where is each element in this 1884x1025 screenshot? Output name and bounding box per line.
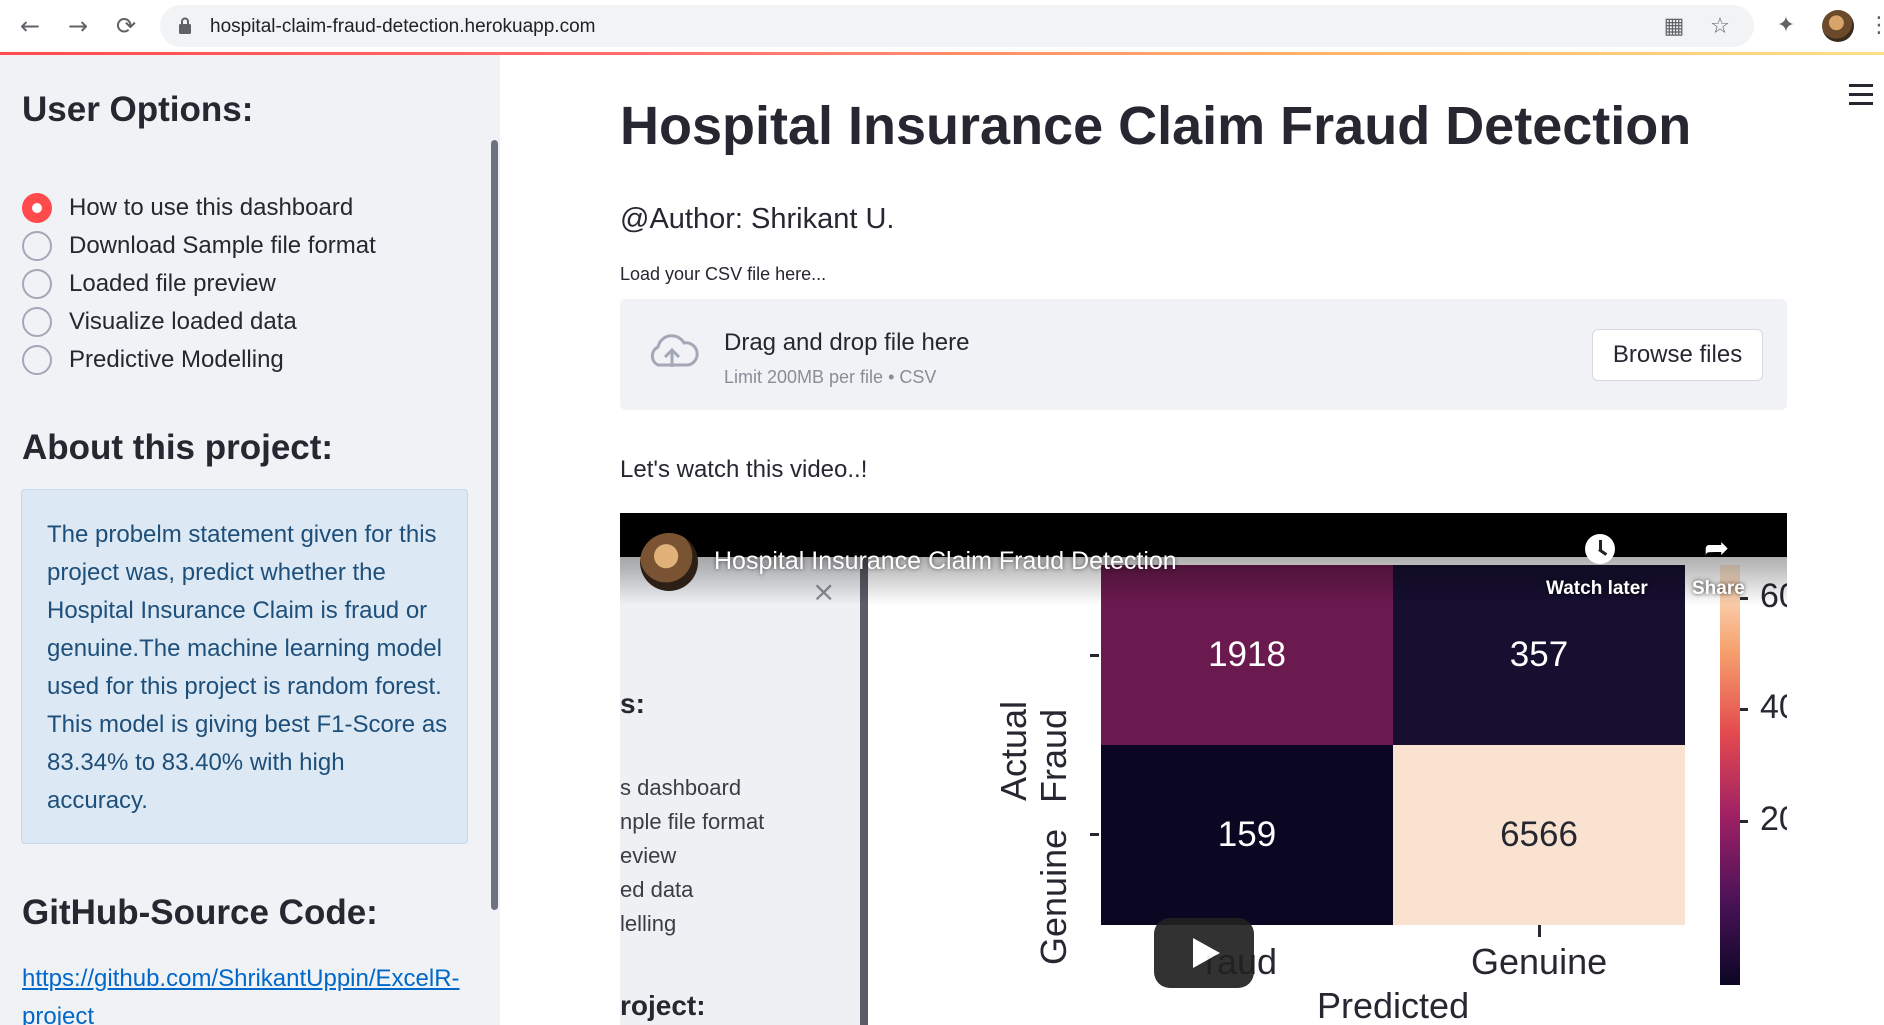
upload-label: Load your CSV file here...	[620, 264, 827, 284]
channel-avatar[interactable]	[640, 533, 698, 591]
cloud-upload-icon	[650, 334, 699, 367]
cm-col-label-genuine: Genuine	[1471, 941, 1608, 982]
cm-x-axis-label: Predicted	[1317, 985, 1470, 1025]
y-tick-mark	[1090, 833, 1099, 836]
radio-button[interactable]	[22, 269, 52, 299]
radio-option-loaded-preview[interactable]: Loaded file preview	[22, 267, 276, 301]
colorbar-label: 40	[1760, 688, 1787, 726]
video-panel-text: s dashboard	[620, 775, 742, 800]
video-frame-divider	[860, 557, 868, 1025]
radio-option-label[interactable]: Predictive Modelling	[69, 346, 284, 374]
lock-icon	[179, 17, 191, 34]
cm-cell-genuine-fraud: 159	[1101, 745, 1393, 925]
dropzone-title: Drag and drop file here	[724, 329, 970, 356]
cm-row-label-fraud: Fraud	[1033, 708, 1074, 803]
back-arrow-icon[interactable]: ←	[14, 10, 46, 42]
hamburger-menu-icon[interactable]	[1849, 84, 1873, 106]
watch-later-label[interactable]: Watch later	[1546, 578, 1648, 600]
video-panel-text: eview	[620, 843, 677, 868]
radio-option-label[interactable]: Download Sample file format	[69, 232, 376, 260]
url-text[interactable]: hospital-claim-fraud-detection.herokuapp…	[210, 16, 595, 38]
star-icon[interactable]: ☆	[1707, 14, 1733, 40]
colorbar	[1720, 565, 1740, 985]
user-options-heading: User Options:	[22, 90, 254, 129]
file-dropzone[interactable]: Drag and drop file here Limit 200MB per …	[620, 299, 1787, 410]
video-panel-heading: s:	[620, 688, 645, 719]
radio-button[interactable]	[22, 345, 52, 375]
video-panel-text: ed data	[620, 877, 694, 902]
more-vert-icon[interactable]: ⋮	[1868, 12, 1884, 40]
sidebar: User Options: How to use this dashboard …	[0, 55, 500, 1025]
x-tick-mark	[1538, 925, 1541, 937]
radio-button-selected[interactable]	[22, 193, 52, 223]
radio-button[interactable]	[22, 307, 52, 337]
video-panel-heading: roject:	[620, 990, 706, 1021]
forward-arrow-icon[interactable]: →	[62, 10, 94, 42]
radio-option-label[interactable]: How to use this dashboard	[69, 194, 353, 222]
browse-files-button[interactable]: Browse files	[1592, 329, 1763, 381]
youtube-video-embed[interactable]: × s: s dashboard nple file format eview …	[620, 513, 1787, 1025]
radio-option-label[interactable]: Loaded file preview	[69, 270, 276, 298]
video-intro-text: Let's watch this video..!	[620, 456, 868, 483]
radio-option-how-to-use[interactable]: How to use this dashboard	[22, 191, 353, 225]
browser-chrome: ← → ⟳ hospital-claim-fraud-detection.her…	[0, 0, 1884, 52]
about-info-box: The probelm statement given for this pro…	[21, 489, 468, 844]
radio-option-predictive[interactable]: Predictive Modelling	[22, 343, 284, 377]
video-panel-text: nple file format	[620, 809, 765, 834]
page-title: Hospital Insurance Claim Fraud Detection	[620, 96, 1692, 156]
dropzone-limit: Limit 200MB per file • CSV	[724, 367, 937, 387]
cm-row-label-genuine: Genuine	[1033, 828, 1074, 965]
sidebar-scrollbar[interactable]	[491, 140, 498, 910]
video-title[interactable]: Hospital Insurance Claim Fraud Detection	[714, 547, 1177, 576]
about-heading: About this project:	[22, 428, 334, 467]
about-text: The probelm statement given for this pro…	[47, 521, 448, 814]
share-arrow-icon[interactable]: ➦	[1704, 531, 1729, 566]
y-tick-mark	[1090, 654, 1099, 657]
qr-code-icon[interactable]: ▦	[1661, 14, 1687, 40]
radio-option-download-sample[interactable]: Download Sample file format	[22, 229, 376, 263]
profile-avatar[interactable]	[1822, 10, 1854, 42]
share-label[interactable]: Share	[1692, 578, 1745, 600]
video-panel-text: lelling	[620, 911, 677, 936]
cm-y-axis-label: Actual	[993, 700, 1034, 801]
cm-cell-genuine-genuine: 6566	[1393, 745, 1685, 925]
radio-button[interactable]	[22, 231, 52, 261]
colorbar-tick	[1740, 708, 1748, 711]
colorbar-label: 20	[1760, 800, 1787, 838]
colorbar-tick	[1740, 820, 1748, 823]
github-heading: GitHub-Source Code:	[22, 893, 378, 932]
play-button[interactable]	[1154, 918, 1254, 988]
author-line: @Author: Shrikant U.	[620, 203, 895, 235]
address-bar[interactable]: hospital-claim-fraud-detection.herokuapp…	[160, 5, 1754, 47]
radio-option-visualize[interactable]: Visualize loaded data	[22, 305, 297, 339]
radio-option-label[interactable]: Visualize loaded data	[69, 308, 297, 336]
clock-icon[interactable]	[1585, 534, 1615, 564]
github-link[interactable]: https://github.com/ShrikantUppin/ExcelR-…	[22, 960, 482, 1025]
reload-icon[interactable]: ⟳	[110, 10, 142, 42]
puzzle-extensions-icon[interactable]: ✦	[1772, 12, 1800, 40]
